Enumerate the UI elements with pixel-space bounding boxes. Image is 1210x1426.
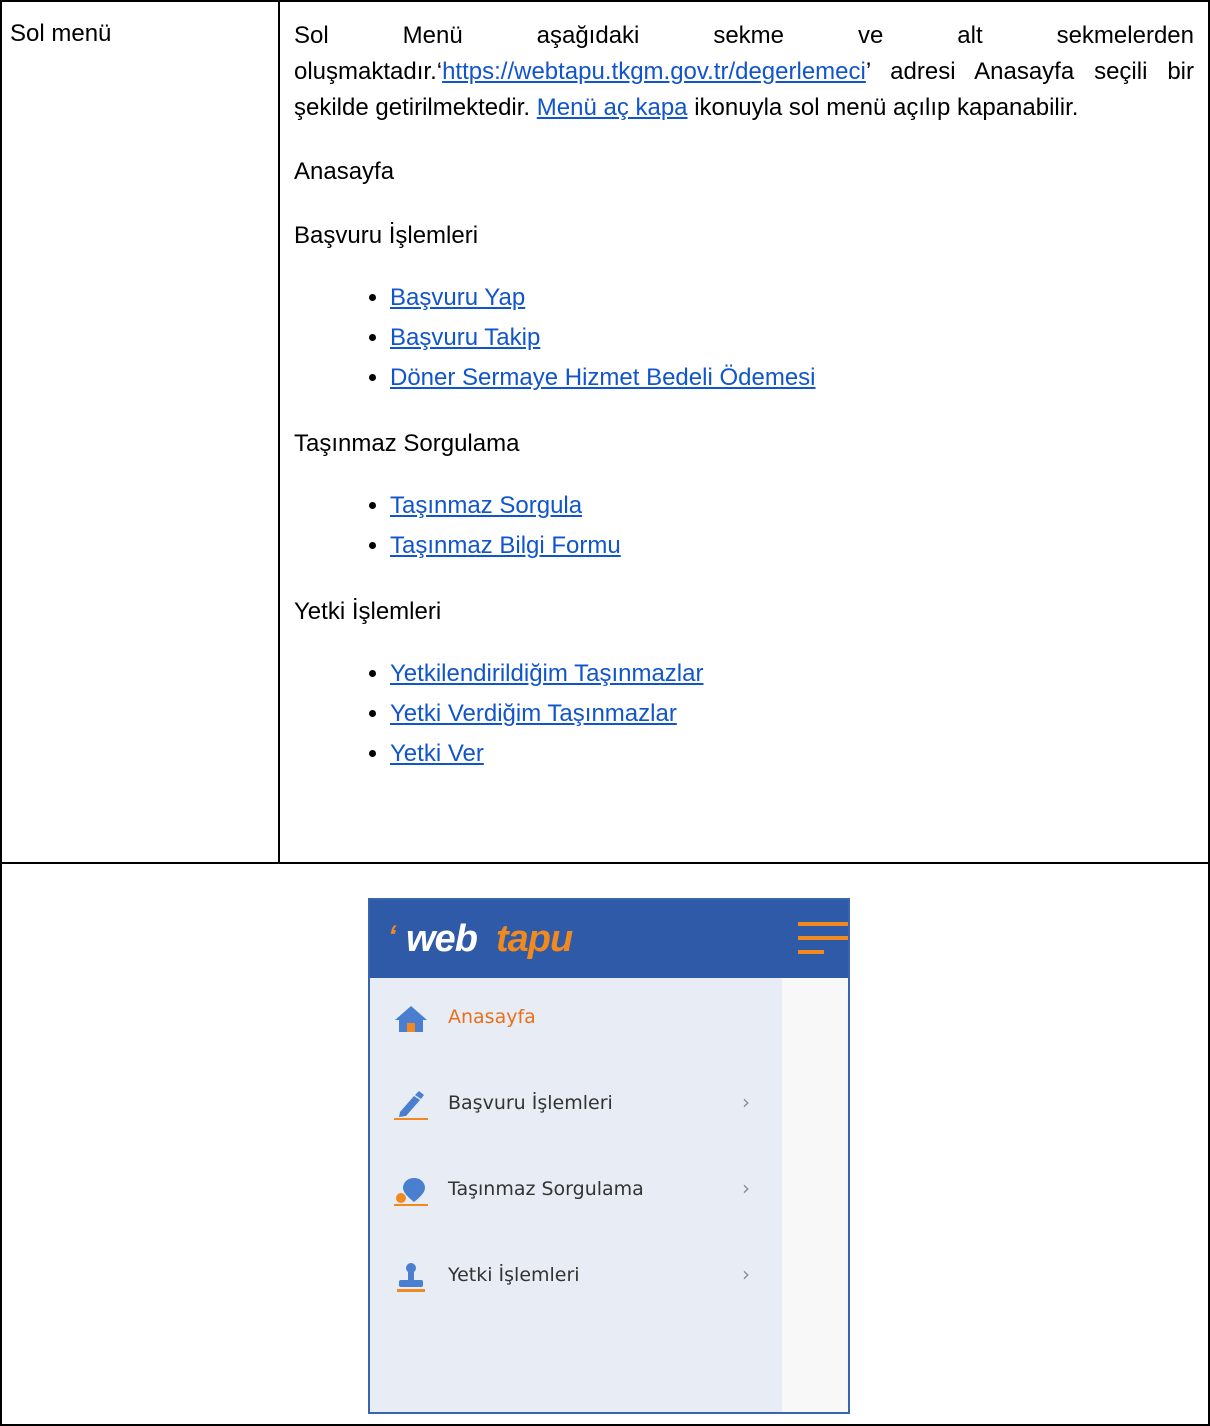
chevron-right-icon: › xyxy=(742,1090,750,1114)
list-item: Taşınmaz Sorgula xyxy=(390,486,1194,526)
menu-toggle-link[interactable]: Menü aç kapa xyxy=(537,94,688,121)
sidebar-menu: Anasayfa Başvuru İşlemleri › Taşınmaz So… xyxy=(370,978,782,1412)
basvuru-takip-link[interactable]: Başvuru Takip xyxy=(390,324,540,351)
tasinmaz-links: Taşınmaz Sorgula Taşınmaz Bilgi Formu xyxy=(294,486,1194,566)
yetki-ver-link[interactable]: Yetki Ver xyxy=(390,740,484,767)
yetki-links: Yetkilendirildiğim Taşınmazlar Yetki Ver… xyxy=(294,654,1194,774)
document-table: Sol menü Sol Menü aşağıdaki sekme ve alt… xyxy=(0,0,1210,1426)
content-cell: Sol Menü aşağıdaki sekme ve alt sekmeler… xyxy=(278,0,1210,864)
sidebar-item-anasayfa[interactable]: Anasayfa xyxy=(370,994,782,1044)
map-pin-icon xyxy=(394,1176,428,1206)
basvuru-links: Başvuru Yap Başvuru Takip Döner Sermaye … xyxy=(294,278,1194,398)
list-item: Yetki Ver xyxy=(390,734,1194,774)
list-item: Yetkilendirildiğim Taşınmazlar xyxy=(390,654,1194,694)
intro-paragraph: Sol Menü aşağıdaki sekme ve alt sekmeler… xyxy=(294,18,1194,126)
basvuru-yap-link[interactable]: Başvuru Yap xyxy=(390,284,525,311)
section-title-tasinmaz: Taşınmaz Sorgulama xyxy=(294,430,520,457)
chevron-right-icon: › xyxy=(742,1262,750,1286)
doner-sermaye-link[interactable]: Döner Sermaye Hizmet Bedeli Ödemesi xyxy=(390,364,816,391)
chevron-right-icon: › xyxy=(742,1176,750,1200)
home-icon xyxy=(394,1004,428,1034)
webtapu-url-link[interactable]: https://webtapu.tkgm.gov.tr/degerlemeci xyxy=(442,58,866,85)
sidebar-item-label: Taşınmaz Sorgulama xyxy=(448,1178,644,1200)
section-title-yetki: Yetki İşlemleri xyxy=(294,598,442,625)
list-item: Taşınmaz Bilgi Formu xyxy=(390,526,1194,566)
sidebar-item-label: Anasayfa xyxy=(448,1006,536,1028)
logo-text-web: web xyxy=(406,918,478,960)
tasinmaz-bilgi-formu-link[interactable]: Taşınmaz Bilgi Formu xyxy=(390,532,621,559)
intro-text-3: ikonuyla sol menü açılıp kapanabilir. xyxy=(687,94,1079,121)
menu-toggle-icon[interactable] xyxy=(798,920,848,960)
row-label: Sol menü xyxy=(10,20,112,47)
list-item: Yetki Verdiğim Taşınmazlar xyxy=(390,694,1194,734)
sidebar-header: ʻ web tapu xyxy=(370,900,848,978)
tasinmaz-sorgula-link[interactable]: Taşınmaz Sorgula xyxy=(390,492,582,519)
image-cell: ʻ web tapu Anasayfa Başvuru İşlemleri › … xyxy=(0,862,1210,1426)
sidebar-item-label: Başvuru İşlemleri xyxy=(448,1092,613,1114)
list-item: Başvuru Yap xyxy=(390,278,1194,318)
yetkilendirildigim-link[interactable]: Yetkilendirildiğim Taşınmazlar xyxy=(390,660,703,687)
list-item: Başvuru Takip xyxy=(390,318,1194,358)
list-item: Döner Sermaye Hizmet Bedeli Ödemesi xyxy=(390,358,1194,398)
sidebar-item-basvuru[interactable]: Başvuru İşlemleri › xyxy=(370,1080,782,1130)
sidebar-item-label: Yetki İşlemleri xyxy=(448,1264,580,1286)
sidebar-item-yetki[interactable]: Yetki İşlemleri › xyxy=(370,1252,782,1302)
logo-arrow-icon: ʻ xyxy=(384,920,400,953)
yetki-verdigim-link[interactable]: Yetki Verdiğim Taşınmazlar xyxy=(390,700,677,727)
section-title-anasayfa: Anasayfa xyxy=(294,158,395,185)
sidebar-item-tasinmaz[interactable]: Taşınmaz Sorgulama › xyxy=(370,1166,782,1216)
stamp-icon xyxy=(394,1262,428,1292)
webtapu-sidebar-screenshot: ʻ web tapu Anasayfa Başvuru İşlemleri › … xyxy=(368,898,850,1414)
pen-icon xyxy=(394,1090,428,1120)
label-cell: Sol menü xyxy=(0,0,280,864)
section-title-basvuru: Başvuru İşlemleri xyxy=(294,222,479,249)
logo-text-tapu: tapu xyxy=(496,918,573,960)
